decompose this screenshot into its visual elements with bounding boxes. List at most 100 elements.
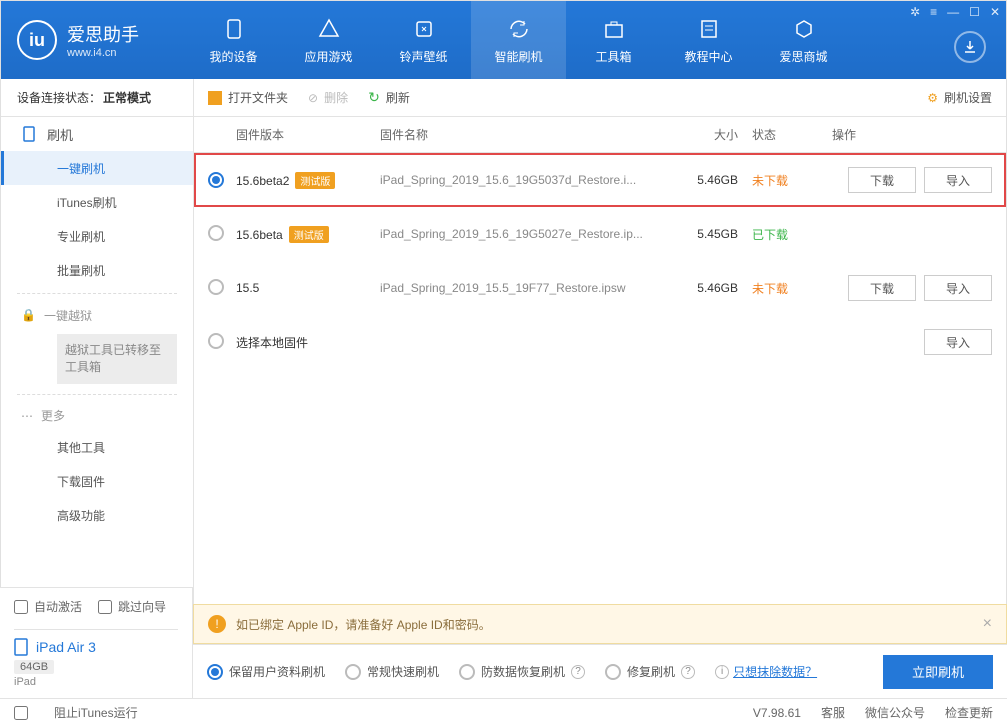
minimize-icon[interactable]: —: [947, 5, 959, 19]
firmware-status: 未下载: [752, 172, 832, 189]
device-capacity: 64GB: [14, 660, 54, 674]
firmware-name: iPad_Spring_2019_15.5_19F77_Restore.ipsw: [380, 281, 682, 295]
nav-3[interactable]: 智能刷机: [471, 1, 566, 79]
open-folder-button[interactable]: 打开文件夹: [208, 89, 288, 106]
radio[interactable]: [208, 333, 224, 349]
device-name[interactable]: iPad Air 3: [14, 638, 178, 656]
beta-tag: 测试版: [289, 226, 329, 243]
col-name: 固件名称: [380, 126, 682, 143]
nav-0[interactable]: 我的设备: [186, 1, 281, 79]
gear-icon: ⚙: [927, 91, 938, 105]
menu-icon[interactable]: ≡: [930, 5, 937, 19]
nav-4[interactable]: 工具箱: [566, 1, 661, 79]
nav-icon: [411, 16, 437, 42]
refresh-button[interactable]: ↻ 刷新: [368, 89, 410, 106]
toolbar: 打开文件夹 ⊘ 删除 ↻ 刷新 ⚙ 刷机设置: [194, 79, 1006, 117]
alert-close-icon[interactable]: ×: [983, 615, 992, 633]
alert-icon: !: [208, 615, 226, 633]
support-link[interactable]: 客服: [821, 704, 845, 721]
sidebar-more-1[interactable]: 下载固件: [1, 465, 193, 499]
nav-2[interactable]: 铃声壁纸: [376, 1, 471, 79]
firmware-row[interactable]: 15.6beta2测试版iPad_Spring_2019_15.6_19G503…: [194, 153, 1006, 207]
ipad-icon: [14, 638, 28, 656]
help-icon[interactable]: ?: [571, 665, 585, 679]
nav-icon: [221, 16, 247, 42]
stop-itunes-checkbox[interactable]: 阻止iTunes运行: [14, 704, 138, 721]
more-icon: ⋯: [21, 409, 33, 423]
nav-icon: [316, 16, 342, 42]
info-icon: i: [715, 665, 729, 679]
import-button[interactable]: 导入: [924, 275, 992, 301]
delete-button[interactable]: ⊘ 删除: [308, 89, 348, 106]
firmware-row[interactable]: 15.6beta测试版iPad_Spring_2019_15.6_19G5027…: [194, 207, 1006, 261]
import-button[interactable]: 导入: [924, 167, 992, 193]
wechat-link[interactable]: 微信公众号: [865, 704, 925, 721]
radio[interactable]: [208, 225, 224, 241]
folder-icon: [208, 91, 222, 105]
firmware-size: 5.46GB: [682, 281, 752, 295]
sidebar-group-flash[interactable]: 刷机: [1, 117, 193, 151]
sidebar-bottom: 自动激活 跳过向导 iPad Air 3 64GB iPad: [0, 587, 193, 698]
firmware-status: 未下载: [752, 280, 832, 297]
sidebar-item-1[interactable]: iTunes刷机: [1, 185, 193, 219]
status-bar-bottom: 阻止iTunes运行 V7.98.61 客服 微信公众号 检查更新: [0, 698, 1007, 726]
nav-icon: [791, 16, 817, 42]
nav-1[interactable]: 应用游戏: [281, 1, 376, 79]
phone-icon: [21, 126, 37, 142]
nav-5[interactable]: 教程中心: [661, 1, 756, 79]
sidebar-more-2[interactable]: 高级功能: [1, 499, 193, 533]
jailbreak-note: 越狱工具已转移至工具箱: [57, 334, 177, 384]
app-header: iu 爱思助手 www.i4.cn 我的设备应用游戏铃声壁纸智能刷机工具箱教程中…: [1, 1, 1006, 79]
sidebar-item-0[interactable]: 一键刷机: [1, 151, 193, 185]
alert-banner: ! 如已绑定 Apple ID，请准备好 Apple ID和密码。 ×: [193, 604, 1007, 644]
col-size: 大小: [682, 126, 752, 143]
nav-icon: [506, 16, 532, 42]
col-action: 操作: [832, 126, 992, 143]
beta-tag: 测试版: [295, 172, 335, 189]
sidebar-item-2[interactable]: 专业刷机: [1, 219, 193, 253]
delete-icon: ⊘: [308, 91, 318, 105]
nav-icon: [696, 16, 722, 42]
firmware-size: 5.45GB: [682, 227, 752, 241]
version-label: V7.98.61: [753, 706, 801, 720]
opt-keep-data[interactable]: 保留用户资料刷机: [207, 663, 325, 680]
radio[interactable]: [208, 279, 224, 295]
opt-repair[interactable]: 修复刷机?: [605, 663, 695, 680]
status-prefix: 设备连接状态：: [17, 89, 101, 106]
sidebar-group-more[interactable]: ⋯ 更多: [1, 401, 193, 431]
firmware-row[interactable]: 选择本地固件导入: [194, 315, 1006, 369]
erase-link[interactable]: 只想抹除数据？: [733, 663, 817, 680]
refresh-icon: ↻: [368, 89, 380, 106]
firmware-size: 5.46GB: [682, 173, 752, 187]
status-value: 正常模式: [103, 89, 151, 106]
import-button[interactable]: 导入: [924, 329, 992, 355]
sidebar-item-3[interactable]: 批量刷机: [1, 253, 193, 287]
opt-anti-recover[interactable]: 防数据恢复刷机?: [459, 663, 585, 680]
connection-status: 设备连接状态： 正常模式: [1, 79, 194, 117]
alert-text: 如已绑定 Apple ID，请准备好 Apple ID和密码。: [236, 616, 491, 633]
col-status: 状态: [752, 126, 832, 143]
firmware-name: iPad_Spring_2019_15.6_19G5037d_Restore.i…: [380, 173, 682, 187]
auto-activate-checkbox[interactable]: 自动激活: [14, 598, 82, 615]
radio[interactable]: [208, 172, 224, 188]
download-manager-icon[interactable]: [954, 31, 986, 63]
maximize-icon[interactable]: ☐: [969, 5, 980, 19]
download-button[interactable]: 下载: [848, 167, 916, 193]
firmware-row[interactable]: 15.5iPad_Spring_2019_15.5_19F77_Restore.…: [194, 261, 1006, 315]
firmware-status: 已下载: [752, 226, 832, 243]
logo-area: iu 爱思助手 www.i4.cn: [1, 20, 186, 60]
settings-icon[interactable]: ✲: [910, 5, 920, 19]
firmware-name: iPad_Spring_2019_15.6_19G5027e_Restore.i…: [380, 227, 682, 241]
opt-normal[interactable]: 常规快速刷机: [345, 663, 439, 680]
download-button[interactable]: 下载: [848, 275, 916, 301]
skip-guide-checkbox[interactable]: 跳过向导: [98, 598, 166, 615]
close-icon[interactable]: ✕: [990, 5, 1000, 19]
logo-icon: iu: [17, 20, 57, 60]
sidebar-more-0[interactable]: 其他工具: [1, 431, 193, 465]
nav-6[interactable]: 爱思商城: [756, 1, 851, 79]
help-icon[interactable]: ?: [681, 665, 695, 679]
flash-options: 保留用户资料刷机 常规快速刷机 防数据恢复刷机? 修复刷机? i只想抹除数据？ …: [193, 644, 1007, 698]
flash-settings-button[interactable]: ⚙ 刷机设置: [927, 89, 992, 106]
flash-now-button[interactable]: 立即刷机: [883, 655, 993, 689]
check-update-link[interactable]: 检查更新: [945, 704, 993, 721]
